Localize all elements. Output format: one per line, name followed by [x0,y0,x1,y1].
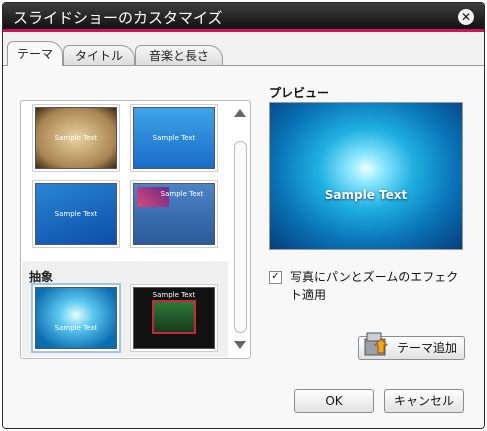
theme-scrollbar[interactable] [232,103,248,355]
scroll-up-icon[interactable] [234,109,246,117]
dialog-title: スライドショーのカスタマイズ [13,9,223,27]
tab-title[interactable]: タイトル [63,45,135,66]
add-theme-label: テーマ追加 [397,341,458,355]
frame-photo [152,300,196,334]
theme-thumb-blue-wave[interactable]: Sample Text [35,183,117,245]
section-abstract-label: 抽象 [29,270,54,284]
thumb-sample-text: Sample Text [152,134,196,142]
thumb-sample-text: Sample Text [54,324,98,332]
theme-thumb-vintage[interactable]: Sample Text [35,107,117,169]
thumb-sample-text: Sample Text [152,291,196,299]
thumb-sample-text: Sample Text [54,134,98,142]
thumb-sample-text: Sample Text [54,210,98,218]
cancel-button[interactable]: キャンセル [384,389,464,413]
tab-bar: テーマ タイトル 音楽と長さ [3,41,484,66]
preview-pane: Sample Text [269,102,463,250]
theme-list: Sample Text Sample Text Sample Text Samp… [20,100,251,359]
theme-thumb-dark-frames[interactable]: Sample Text [133,287,215,349]
theme-thumb-photo-collage[interactable]: Sample Text [133,183,215,245]
scroll-thumb[interactable] [234,141,247,333]
ok-button[interactable]: OK [294,389,374,413]
pan-zoom-label: 写真にパンとズームのエフェクト適用 [290,270,459,302]
preview-sample-text: Sample Text [324,188,408,202]
tab-content: Sample Text Sample Text Sample Text Samp… [3,65,484,428]
theme-thumb-blue[interactable]: Sample Text [133,107,215,169]
thumb-sample-text: Sample Text [160,190,204,198]
pan-zoom-checkbox[interactable]: ✓ [269,271,282,284]
add-theme-button[interactable]: テーマ追加 [358,332,465,360]
tab-music-duration[interactable]: 音楽と長さ [135,45,223,66]
tab-theme[interactable]: テーマ [7,41,63,66]
close-icon[interactable]: ✕ [458,9,474,25]
scroll-down-icon[interactable] [234,341,246,349]
dialog-window: スライドショーのカスタマイズ ✕ テーマ タイトル 音楽と長さ Sample T… [2,2,485,429]
title-accent-line [3,29,484,32]
title-bar: スライドショーのカスタマイズ ✕ [3,3,484,32]
theme-thumb-abstract-light[interactable]: Sample Text [35,287,117,349]
theme-folder-icon [364,332,389,356]
preview-label: プレビュー [269,86,330,100]
